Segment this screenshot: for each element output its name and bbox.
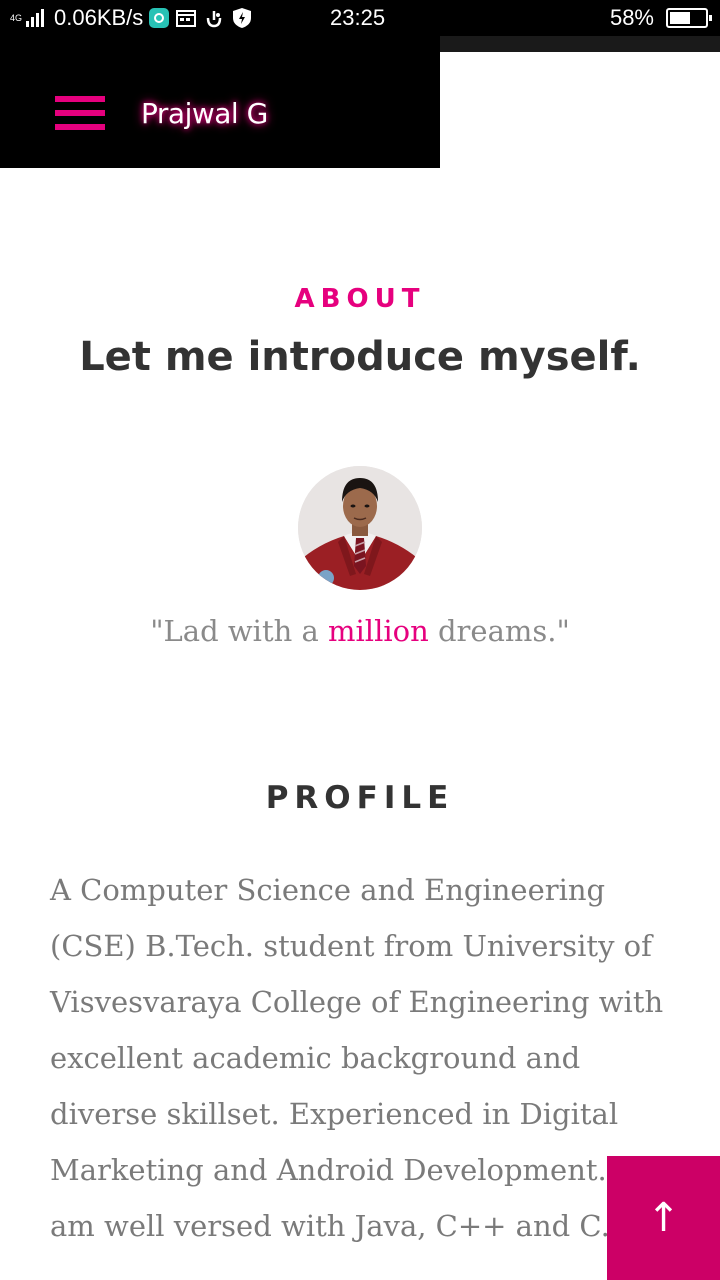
tagline-highlight: million <box>328 614 429 648</box>
status-right: 58% <box>609 0 712 36</box>
profile-line: am well versed with Java, C++ and C. <box>50 1209 610 1243</box>
calendar-icon <box>175 7 197 29</box>
signal-icon <box>26 9 44 27</box>
profile-line: excellent academic background and <box>50 1041 581 1075</box>
status-time: 23:25 <box>330 5 386 30</box>
net-speed: 0.06KB/s <box>54 5 144 30</box>
profile-line: Visvesvaraya College of Engineering with <box>50 985 664 1019</box>
profile-line: A Computer Science and Engineering <box>50 873 606 907</box>
page: 4G 0.06KB/s 23:25 58% Prajwal G ABOUT Le… <box>0 0 720 1280</box>
tagline: "Lad with a million dreams." <box>0 614 720 648</box>
back-to-top-button[interactable]: ↑ <box>607 1156 720 1280</box>
site-header: Prajwal G <box>0 36 440 168</box>
network-type: 4G <box>10 12 23 23</box>
profile-line: Marketing and Android Development. I <box>50 1153 628 1187</box>
profile-line: (CSE) B.Tech. student from University of <box>50 929 652 963</box>
battery-percent: 58% <box>609 5 654 30</box>
app-notification-icon <box>149 8 170 28</box>
shield-icon <box>231 7 253 29</box>
status-left: 4G 0.06KB/s <box>10 0 253 36</box>
profile-line: diverse skillset. Experienced in Digital <box>50 1097 619 1131</box>
about-heading: Let me introduce myself. <box>79 334 641 380</box>
profile-heading: PROFILE <box>265 780 455 816</box>
tagline-pre: "Lad with a <box>150 614 329 648</box>
site-name[interactable]: Prajwal G <box>141 94 268 134</box>
battery-icon <box>666 8 712 28</box>
battery-fill <box>670 12 690 24</box>
hand-icon <box>203 7 225 29</box>
profile-text: A Computer Science and Engineering (CSE)… <box>50 862 670 1254</box>
avatar <box>298 466 422 590</box>
tagline-post: dreams." <box>428 614 570 648</box>
about-label: ABOUT <box>294 284 426 314</box>
header-strip <box>440 36 720 52</box>
hamburger-menu-icon[interactable] <box>55 96 105 136</box>
status-bar: 4G 0.06KB/s 23:25 58% <box>0 0 720 36</box>
arrow-up-icon: ↑ <box>646 1195 681 1241</box>
